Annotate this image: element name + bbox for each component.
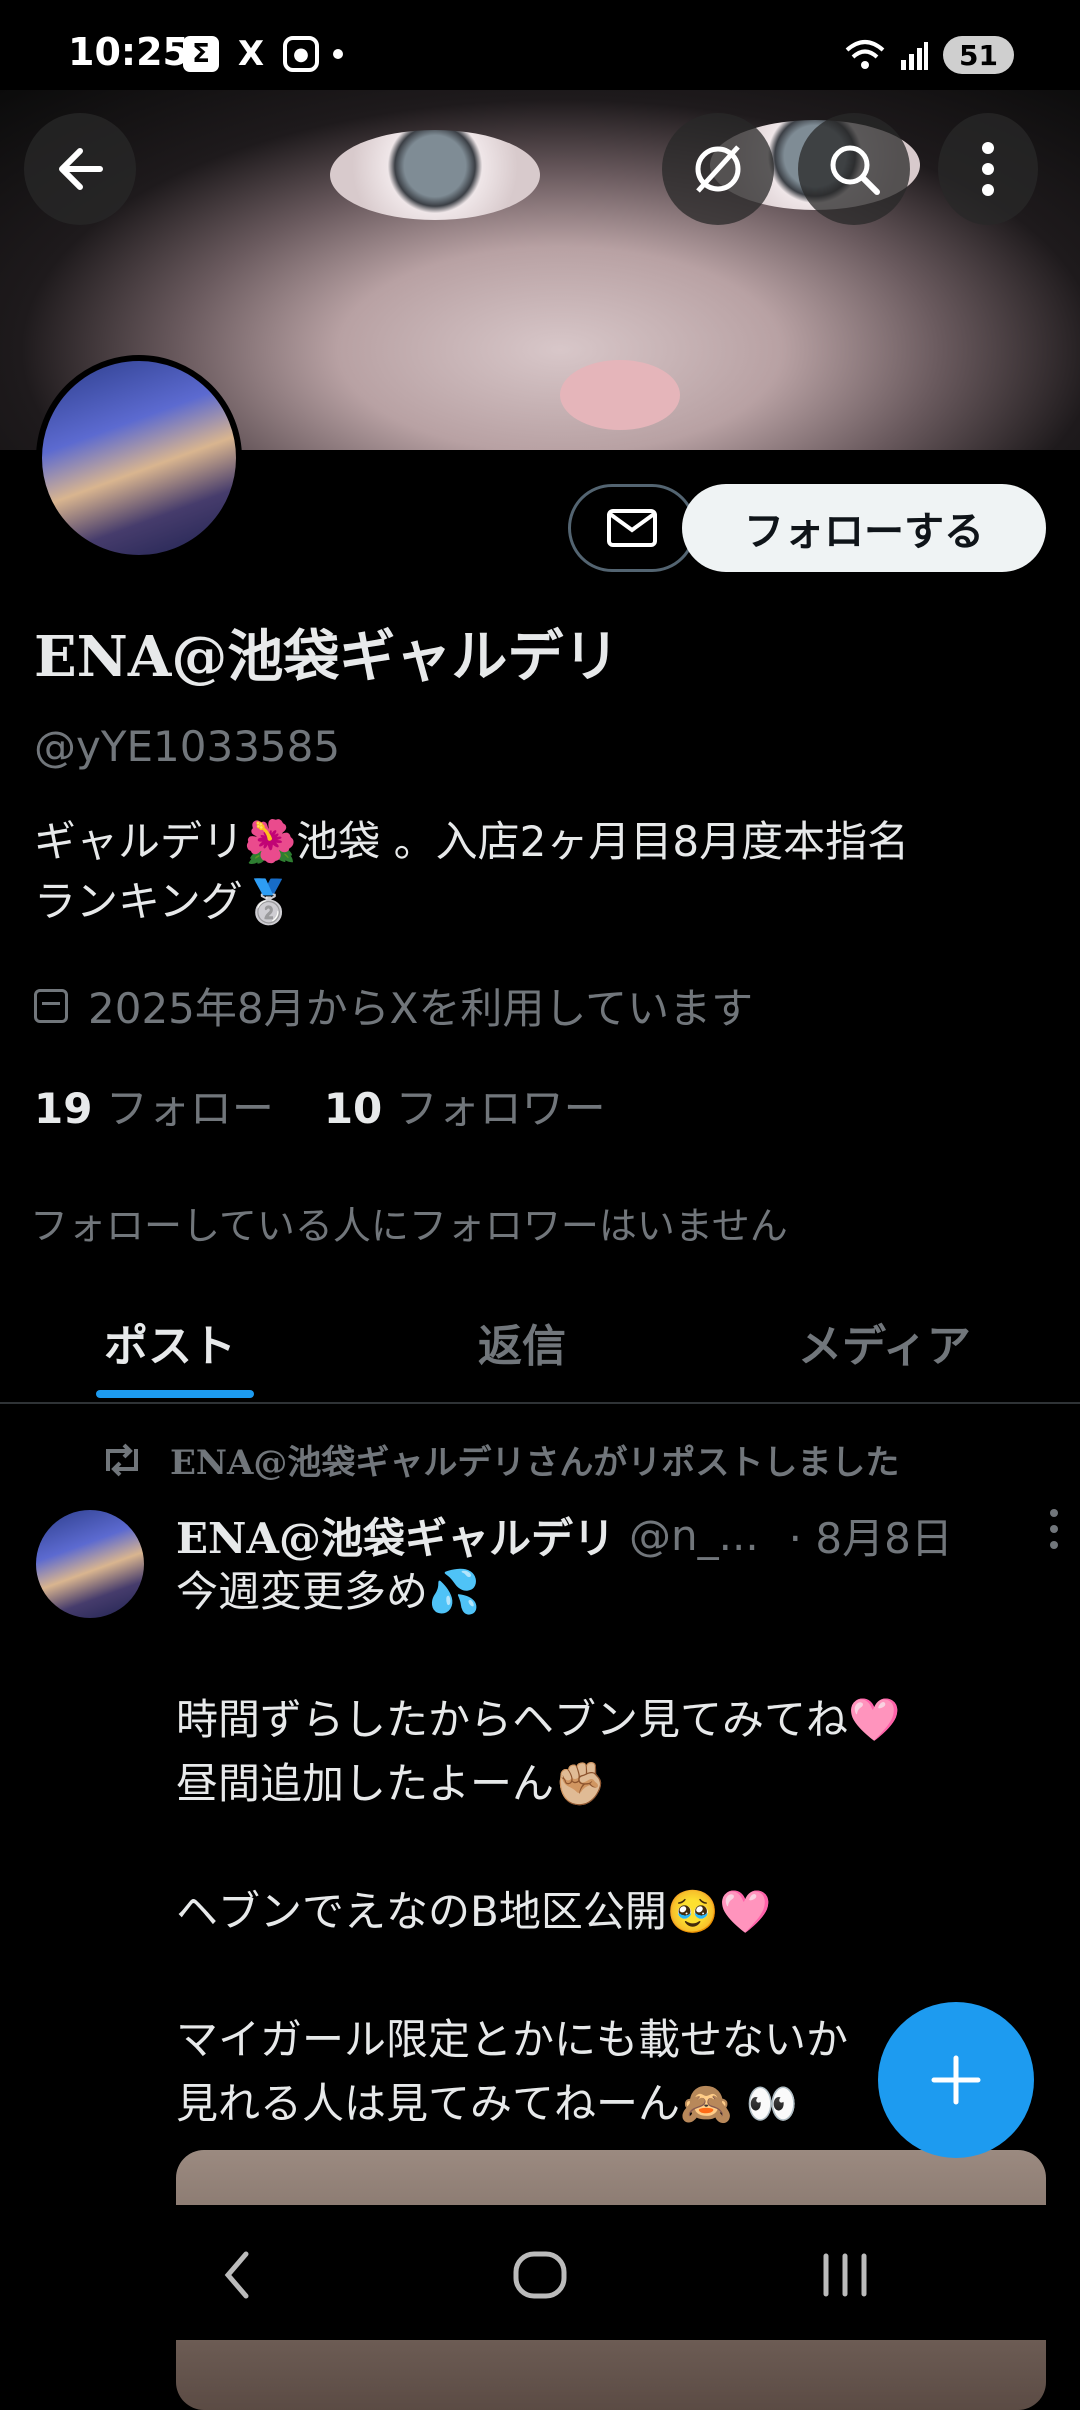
wifi-icon	[845, 40, 885, 69]
following-label: フォロー	[105, 1084, 274, 1133]
mutual-followers-note: フォローしている人にフォロワーはいません	[30, 1204, 788, 1248]
bio-line: ギャルデリ🌺池袋 。入店2ヶ月目8月度本指名	[34, 817, 910, 866]
follow-counts: 19 フォロー 10 フォロワー	[34, 1075, 606, 1136]
tab-media[interactable]: メディア	[798, 1310, 971, 1374]
post-line	[176, 1816, 1036, 1880]
followers-label: フォロワー	[395, 1084, 606, 1133]
followers-link[interactable]: 10 フォロワー	[324, 1075, 606, 1136]
status-bar: 10:25 Σ X ● 51	[0, 0, 1080, 90]
banner-image-detail	[330, 130, 540, 220]
repost-icon	[106, 1443, 138, 1476]
following-link[interactable]: 19 フォロー	[34, 1075, 274, 1136]
system-navigation-bar	[0, 2205, 1080, 2340]
calendar-icon	[34, 988, 68, 1023]
post-author-name[interactable]: ENA@池袋ギャルデリ	[176, 1505, 615, 1566]
instagram-icon: ●	[283, 36, 319, 72]
post-header: ENA@池袋ギャルデリ @n_... · 8月8日	[176, 1505, 1058, 1566]
join-date: 2025年8月からXを利用しています	[34, 975, 753, 1036]
more-notifications-dot	[333, 49, 343, 59]
active-tab-indicator	[96, 1390, 254, 1398]
follow-button[interactable]: フォローする	[682, 484, 1046, 572]
grok-button[interactable]	[662, 113, 774, 225]
profile-avatar[interactable]	[36, 355, 242, 561]
post-line: 今週変更多め💦	[176, 1567, 481, 1616]
search-button[interactable]	[798, 113, 910, 225]
post-line: ヘブンでえなのB地区公開🥹🩷	[176, 1887, 772, 1936]
battery-indicator: 51	[943, 36, 1014, 74]
nav-back-icon[interactable]	[222, 2250, 252, 2300]
grok-icon	[695, 145, 741, 193]
compose-post-button[interactable]	[878, 2002, 1034, 2158]
signal-icon	[901, 42, 929, 70]
repost-header: ENA@池袋ギャルデリさんがリポストしました	[100, 1435, 899, 1484]
system-icons: 51	[845, 36, 1014, 74]
tab-posts[interactable]: ポスト	[104, 1310, 236, 1374]
nav-recents-icon[interactable]	[820, 2250, 870, 2300]
banner-image-detail	[560, 360, 680, 430]
message-button[interactable]	[568, 484, 696, 572]
post-author-handle[interactable]: @n_...	[629, 1511, 759, 1560]
tab-replies[interactable]: 返信	[478, 1310, 566, 1374]
display-name: ENA@池袋ギャルデリ	[34, 624, 620, 690]
username: @yYE1033585	[34, 722, 341, 771]
arrow-left-icon	[59, 148, 103, 190]
x-app-icon: X	[237, 34, 265, 74]
notification-icons: Σ X ●	[183, 34, 343, 74]
back-button[interactable]	[24, 113, 136, 225]
following-count: 19	[34, 1084, 93, 1133]
post-line: 昼間追加したよーん✊🏼	[176, 1759, 607, 1808]
join-date-text: 2025年8月からXを利用しています	[88, 984, 754, 1033]
post-more-icon[interactable]	[1050, 1509, 1058, 1549]
bio-line: ランキング🥈	[34, 877, 296, 926]
sigma-app-icon: Σ	[183, 36, 219, 72]
profile-tabs: ポスト 返信 メディア	[0, 1282, 1080, 1404]
post-author-avatar[interactable]	[36, 1510, 144, 1618]
bio: ギャルデリ🌺池袋 。入店2ヶ月目8月度本指名 ランキング🥈	[34, 812, 1044, 932]
post-date[interactable]: · 8月8日	[789, 1505, 953, 1566]
more-options-button[interactable]	[938, 113, 1038, 225]
post-line	[176, 1944, 1036, 2008]
search-icon	[830, 145, 880, 195]
envelope-icon	[607, 509, 657, 547]
followers-count: 10	[323, 1084, 383, 1133]
post-line	[176, 1624, 1036, 1688]
status-time: 10:25	[68, 30, 189, 74]
nav-home-icon[interactable]	[512, 2250, 568, 2300]
post-line: 時間ずらしたからヘブン見てみてね🩷	[176, 1695, 901, 1744]
plus-icon	[931, 2055, 981, 2105]
repost-label: ENA@池袋ギャルデリさんがリポストしました	[170, 1443, 900, 1483]
vertical-dots-icon	[982, 142, 994, 196]
